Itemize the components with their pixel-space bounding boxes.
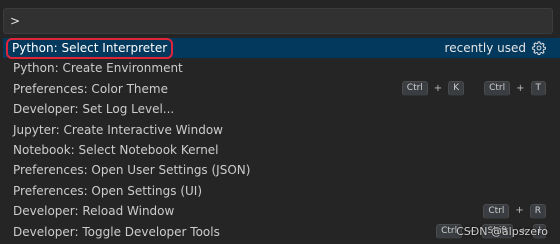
- command-item[interactable]: Preferences: Open User Settings (JSON): [3, 160, 560, 180]
- command-item-meta: Ctrl + K Ctrl + T: [401, 79, 546, 99]
- command-item-label: Python: Select Interpreter: [5, 38, 174, 59]
- command-item-meta: Ctrl + R: [483, 201, 546, 221]
- command-item[interactable]: Notebook: Select Notebook Kernel: [3, 140, 560, 160]
- command-input[interactable]: [10, 11, 540, 31]
- keybinding-plus: +: [516, 82, 525, 94]
- keybinding-key: Ctrl: [483, 203, 510, 219]
- command-item[interactable]: Developer: Reload Window Ctrl + R: [3, 201, 560, 221]
- command-item-label: Python: Create Environment: [13, 61, 183, 76]
- command-item[interactable]: Python: Select Interpreter recently used: [3, 38, 560, 59]
- command-item-label: Developer: Set Log Level...: [13, 102, 175, 117]
- command-item-label: Developer: Toggle Developer Tools: [13, 224, 220, 239]
- keybinding-plus: +: [468, 225, 477, 237]
- command-item-label: Preferences: Color Theme: [13, 81, 168, 96]
- keybinding-key: R: [529, 203, 546, 219]
- command-item-label: Jupyter: Create Interactive Window: [13, 122, 223, 137]
- keybinding-plus: +: [518, 225, 528, 237]
- command-palette: Python: Select Interpreterrecently usedP…: [0, 0, 560, 244]
- gear-icon[interactable]: [532, 41, 546, 56]
- command-item-label: Notebook: Select Notebook Kernel: [13, 142, 219, 157]
- keybinding-plus: +: [433, 82, 443, 94]
- command-item[interactable]: Preferences: Color Theme Ctrl + K Ctrl + T: [3, 79, 560, 99]
- command-item-label: Preferences: Open User Settings (JSON): [13, 163, 251, 178]
- keybinding-key: Shift: [482, 224, 513, 240]
- command-item-label: Preferences: Open Settings (UI): [13, 183, 203, 198]
- command-input-box: [3, 8, 553, 34]
- keybinding-key: I: [533, 224, 546, 240]
- command-item[interactable]: Jupyter: Create Interactive Window: [3, 120, 560, 140]
- recently-used-label: recently used: [444, 41, 526, 55]
- command-item[interactable]: Python: Create Environment: [3, 58, 560, 78]
- keybinding-key: Ctrl: [436, 224, 463, 240]
- command-item-label: Developer: Reload Window: [13, 204, 175, 219]
- keybinding-key: Ctrl: [401, 81, 428, 97]
- keybinding-key: K: [448, 81, 465, 97]
- command-item-meta: Ctrl + Shift + I: [436, 222, 546, 242]
- command-item[interactable]: Preferences: Open Settings (UI): [3, 181, 560, 201]
- command-item-meta: recently used: [445, 38, 546, 58]
- keybinding-key: T: [530, 81, 546, 97]
- keybinding-plus: +: [515, 205, 524, 217]
- command-item[interactable]: Developer: Set Log Level...: [3, 99, 560, 119]
- command-item[interactable]: Developer: Toggle Developer Tools Ctrl + Sh…: [3, 222, 560, 242]
- command-list: Python: Select Interpreter recently used P…: [3, 38, 560, 242]
- keybinding-key: Ctrl: [484, 81, 511, 97]
